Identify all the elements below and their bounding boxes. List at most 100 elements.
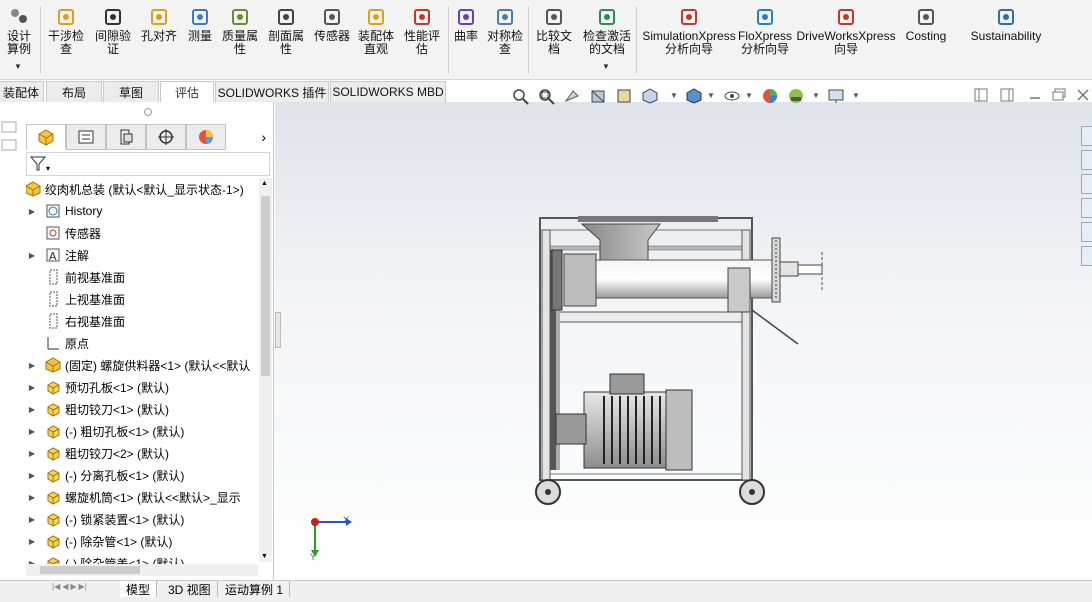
hole-align-button[interactable]: 孔对齐 (140, 6, 178, 43)
expand-arrow-icon[interactable]: ▶ (26, 405, 38, 414)
chevron-down-icon[interactable]: ▼ (670, 91, 678, 100)
expand-arrow-icon[interactable]: ▶ (26, 537, 38, 546)
custom-properties-icon[interactable] (1081, 246, 1092, 266)
tab-dimxpert-manager[interactable] (146, 124, 186, 150)
design-study-button[interactable]: 设计算例 (2, 6, 36, 56)
mass-properties-button[interactable]: 质量属性 (220, 6, 260, 56)
clearance-button[interactable]: 间隙验证 (92, 6, 134, 56)
expand-arrow-icon[interactable]: ▶ (26, 515, 38, 524)
previous-tab-icon[interactable]: ◀ (62, 582, 68, 596)
tree-item[interactable]: ▶ (-) 除杂管盖<1> (默认) (26, 552, 184, 564)
tree-item[interactable]: 右视基准面 (26, 310, 125, 332)
filter-icon[interactable]: ▾ (29, 155, 51, 176)
view-orientation-icon[interactable] (640, 86, 660, 106)
tree-item[interactable]: ▶ History (26, 200, 102, 222)
chevron-down-icon[interactable]: ▼ (852, 91, 860, 100)
costing-button[interactable]: Costing (904, 6, 948, 43)
tab-assembly[interactable]: 装配体 (0, 81, 44, 102)
sustainability-button[interactable]: Sustainability (970, 6, 1042, 43)
tab-property-manager[interactable] (66, 124, 106, 150)
expand-arrow-icon[interactable]: ▶ (26, 471, 38, 480)
tab-feature-manager[interactable] (26, 124, 66, 150)
tab-solidworks-addins[interactable]: SOLIDWORKS 插件 (215, 81, 329, 102)
performance-button[interactable]: 性能评估 (402, 6, 442, 56)
dynamic-annotation-icon[interactable] (614, 86, 634, 106)
tree-item[interactable]: ▶ 螺旋机筒<1> (默认<<默认>_显示 (26, 486, 241, 508)
chevron-right-icon[interactable]: › (226, 124, 266, 150)
chevron-down-icon[interactable]: ▼ (14, 62, 22, 71)
expand-arrow-icon[interactable]: ▶ (26, 427, 38, 436)
curvature-button[interactable]: 曲率 (452, 6, 480, 43)
zoom-to-area-icon[interactable] (536, 86, 556, 106)
tree-item[interactable]: ▶ (固定) 螺旋供料器<1> (默认<<默认 (26, 354, 250, 376)
apply-scene-icon[interactable] (786, 86, 806, 106)
section-view-icon[interactable] (588, 86, 608, 106)
tab-model[interactable]: 模型 (120, 581, 158, 597)
tab-navigation-arrows[interactable]: |◀ ◀ ▶ ▶| (52, 582, 116, 596)
close-icon[interactable] (1076, 88, 1090, 102)
tree-horizontal-scrollbar[interactable] (26, 564, 258, 576)
tab-sketch[interactable]: 草图 (103, 81, 159, 102)
last-tab-icon[interactable]: ▶| (79, 582, 87, 596)
scroll-thumb[interactable] (40, 566, 140, 574)
tree-item[interactable]: ▶ A 注解 (26, 244, 89, 266)
symmetry-button[interactable]: 对称检查 (486, 6, 524, 56)
sensor-button[interactable]: 传感器 (312, 6, 352, 43)
simulationxpress-button[interactable]: SimulationXpress 分析向导 (642, 6, 736, 56)
next-tab-icon[interactable]: ▶ (70, 582, 76, 596)
model-meat-grinder[interactable] (520, 210, 840, 510)
tree-item[interactable]: ▶ (-) 锁紧装置<1> (默认) (26, 508, 184, 530)
tree-item[interactable]: ▶ (-) 除杂管<1> (默认) (26, 530, 172, 552)
expand-arrow-icon[interactable]: ▶ (26, 449, 38, 458)
section-properties-button[interactable]: 剖面属性 (266, 6, 306, 56)
assembly-visualization-button[interactable]: 装配体直观 (356, 6, 396, 56)
expand-arrow-icon[interactable]: ▶ (26, 251, 38, 260)
design-library-icon[interactable] (1081, 150, 1092, 170)
home-icon[interactable] (1081, 126, 1092, 146)
tab-3d-views[interactable]: 3D 视图 (162, 581, 218, 597)
tree-item[interactable]: 传感器 (26, 222, 101, 244)
expand-arrow-icon[interactable]: ▶ (26, 493, 38, 502)
tree-root[interactable]: 绞肉机总装 (默认<默认_显示状态-1>) (26, 178, 244, 200)
tab-display-manager[interactable] (186, 124, 226, 150)
file-explorer-icon[interactable] (1081, 174, 1092, 194)
edit-appearance-icon[interactable] (760, 86, 780, 106)
minimize-icon[interactable] (1028, 88, 1042, 102)
tree-item[interactable]: ▶ (-) 分离孔板<1> (默认) (26, 464, 184, 486)
tab-motion-study[interactable]: 运动算例 1 (219, 581, 291, 597)
tab-layout[interactable]: 布局 (46, 81, 102, 102)
scroll-thumb[interactable] (261, 196, 270, 376)
interference-button[interactable]: 干涉检查 (46, 6, 86, 56)
tab-evaluate[interactable]: 评估 (160, 81, 214, 102)
tree-item[interactable]: ▶ 预切孔板<1> (默认) (26, 376, 169, 398)
view-palette-icon[interactable] (1081, 198, 1092, 218)
panel-splitter-handle[interactable] (144, 108, 152, 116)
measure-button[interactable]: 测量 (186, 6, 214, 43)
chevron-down-icon[interactable]: ▼ (602, 62, 610, 71)
scroll-up-icon[interactable]: ▲ (261, 180, 268, 187)
tree-item[interactable]: ▶ 粗切铰刀<1> (默认) (26, 398, 169, 420)
expand-arrow-icon[interactable]: ▶ (26, 361, 38, 370)
previous-view-icon[interactable] (562, 86, 582, 106)
appearances-icon[interactable] (1081, 222, 1092, 242)
compare-button[interactable]: 比较文档 (534, 6, 574, 56)
tab-configuration-manager[interactable] (106, 124, 146, 150)
chevron-down-icon[interactable]: ▼ (745, 91, 753, 100)
driveworks-button[interactable]: DriveWorksXpress 向导 (796, 6, 896, 56)
restore-left-icon[interactable] (974, 88, 988, 102)
chevron-down-icon[interactable]: ▼ (812, 91, 820, 100)
expand-arrow-icon[interactable]: ▶ (26, 207, 38, 216)
view-settings-icon[interactable] (826, 86, 846, 106)
chevron-down-icon[interactable]: ▼ (707, 91, 715, 100)
scroll-down-icon[interactable]: ▼ (261, 553, 268, 560)
check-button[interactable]: 检查激活的文档 (582, 6, 632, 56)
tree-item[interactable]: 前视基准面 (26, 266, 125, 288)
restore-right-icon[interactable] (1000, 88, 1014, 102)
first-tab-icon[interactable]: |◀ (52, 582, 60, 596)
tree-item[interactable]: ▶ (-) 粗切孔板<1> (默认) (26, 420, 184, 442)
zoom-to-fit-icon[interactable] (510, 86, 530, 106)
tree-item[interactable]: ▶ 粗切铰刀<2> (默认) (26, 442, 169, 464)
tree-item[interactable]: 原点 (26, 332, 89, 354)
tree-vertical-scrollbar[interactable]: ▲ ▼ (259, 178, 272, 562)
maximize-icon[interactable] (1052, 88, 1066, 102)
